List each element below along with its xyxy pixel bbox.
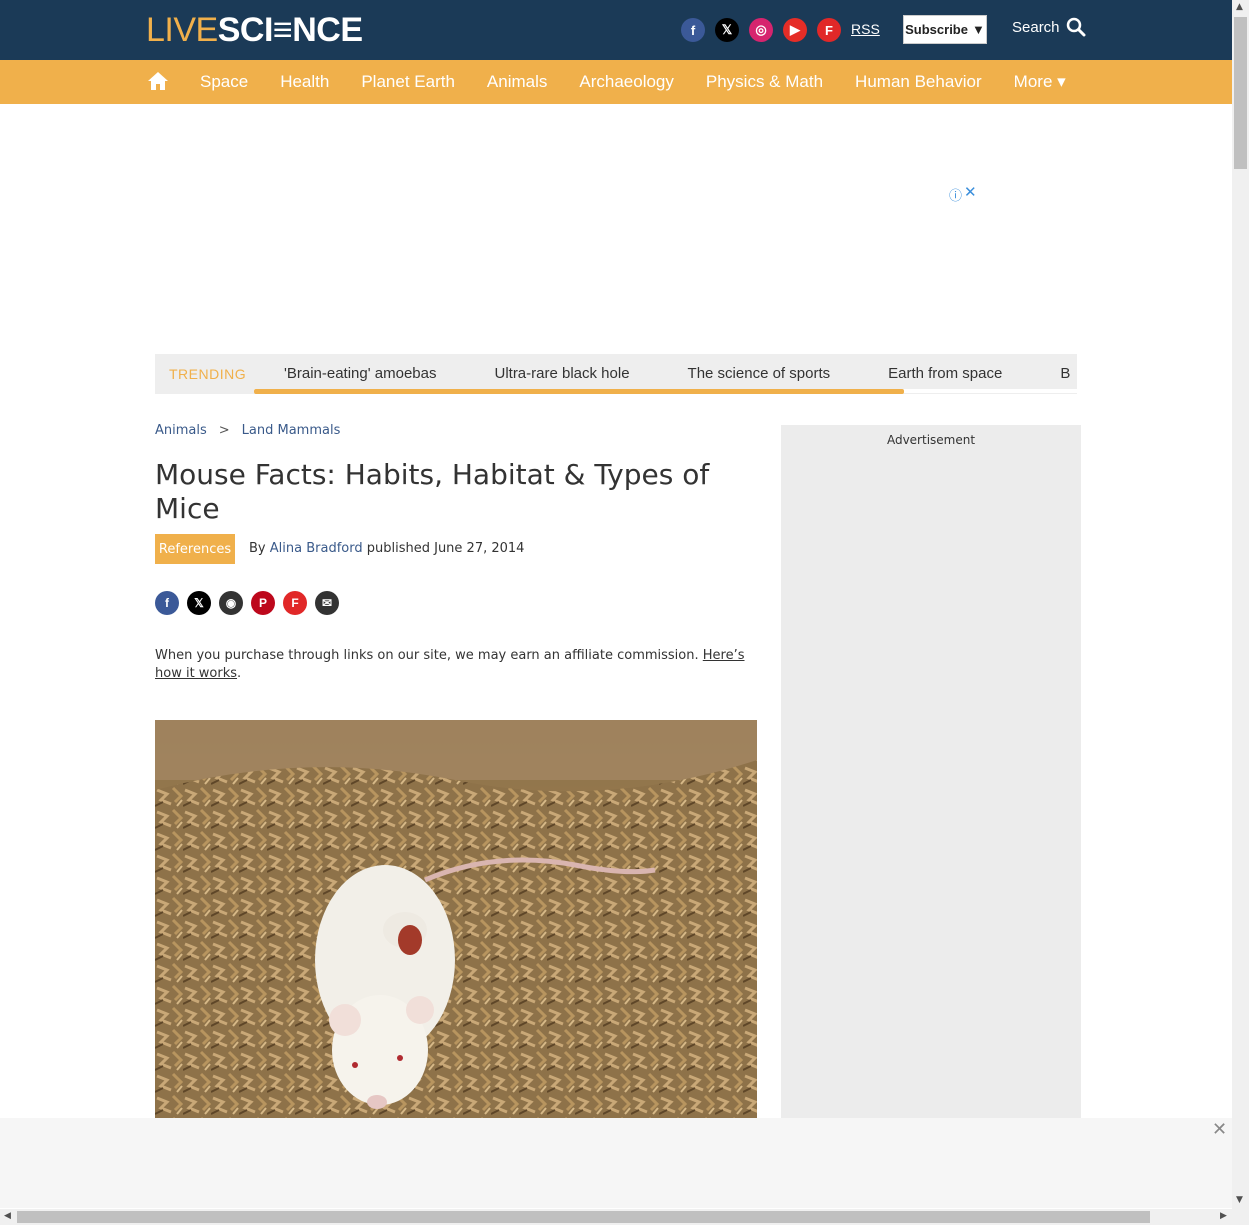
scroll-left-icon[interactable]: ◀ — [4, 1211, 11, 1221]
trending-item[interactable]: The science of sports — [688, 365, 831, 382]
search-label: Search — [1012, 18, 1060, 36]
search-icon — [1066, 17, 1086, 37]
share-buttons: f 𝕏 ◉ P F ✉ — [155, 591, 339, 615]
ad-close-icon[interactable]: ✕ — [964, 183, 977, 201]
byline: By Alina Bradford published June 27, 201… — [249, 541, 524, 556]
livescience-logo[interactable]: LIVESCI≡NCE — [146, 13, 363, 47]
scroll-down-icon[interactable]: ▼ — [1236, 1195, 1243, 1205]
rss-link[interactable]: RSS — [851, 21, 880, 37]
nav-item-6[interactable]: Human Behavior — [855, 72, 982, 92]
article-title: Mouse Facts: Habits, Habitat & Types of … — [155, 458, 710, 525]
share-pinterest-icon[interactable]: P — [251, 591, 275, 615]
nav-item-4[interactable]: Archaeology — [579, 72, 674, 92]
youtube-icon[interactable]: ▶ — [783, 18, 807, 42]
flipboard-icon[interactable]: F — [817, 18, 841, 42]
vertical-scrollbar-thumb[interactable] — [1234, 17, 1247, 169]
hero-image-mouse — [155, 720, 757, 1118]
nav-items: Space Health Planet Earth Animals Archaeolog… — [200, 60, 1098, 104]
affiliate-end: . — [237, 666, 242, 681]
scroll-up-icon[interactable]: ▲ — [1236, 2, 1243, 12]
ad-info-icon[interactable]: ⓘ — [949, 185, 962, 204]
nav-item-1[interactable]: Health — [280, 72, 329, 92]
share-x-icon[interactable]: 𝕏 — [187, 591, 211, 615]
affiliate-text: When you purchase through links on our s… — [155, 648, 703, 663]
nav-item-7[interactable]: More ▾ — [1014, 72, 1066, 92]
nav-item-5[interactable]: Physics & Math — [706, 72, 823, 92]
trending-label: TRENDING — [169, 366, 247, 382]
bottom-sticky-ad — [0, 1118, 1232, 1208]
nav-item-2[interactable]: Planet Earth — [361, 72, 455, 92]
affiliate-disclaimer: When you purchase through links on our s… — [155, 647, 755, 683]
main-nav: Space Health Planet Earth Animals Archaeolog… — [0, 60, 1232, 104]
subscribe-button[interactable]: Subscribe ▼ — [903, 15, 987, 44]
trending-scroll-indicator[interactable] — [254, 389, 905, 394]
share-email-icon[interactable]: ✉ — [315, 591, 339, 615]
social-links: f 𝕏 ◎ ▶ F — [681, 18, 841, 42]
horizontal-scrollbar-thumb[interactable] — [17, 1211, 1150, 1223]
byline-by: By — [249, 541, 266, 556]
breadcrumb-land-mammals[interactable]: Land Mammals — [242, 423, 341, 438]
trending-item[interactable]: Ultra-rare black hole — [494, 365, 629, 382]
share-reddit-icon[interactable]: ◉ — [219, 591, 243, 615]
trending-list: 'Brain-eating' amoebas Ultra-rare black h… — [284, 365, 1077, 382]
trending-item[interactable]: 'Brain-eating' amoebas — [284, 365, 436, 382]
author-link[interactable]: Alina Bradford — [270, 541, 363, 556]
instagram-icon[interactable]: ◎ — [749, 18, 773, 42]
search-button[interactable]: Search — [1012, 17, 1086, 37]
advertisement-label: Advertisement — [886, 433, 976, 447]
sidebar-ad: Advertisement — [781, 425, 1081, 1118]
breadcrumb: Animals > Land Mammals — [155, 423, 340, 438]
home-icon[interactable] — [147, 71, 169, 91]
nav-item-0[interactable]: Space — [200, 72, 248, 92]
logo-science-text: SCI≡NCE — [217, 11, 363, 49]
scroll-right-icon[interactable]: ▶ — [1220, 1211, 1227, 1221]
bottom-ad-close-icon[interactable]: ✕ — [1212, 1119, 1227, 1140]
references-button[interactable]: References — [155, 534, 235, 564]
trending-item[interactable]: B — [1060, 365, 1070, 382]
subscribe-label: Subscribe — [905, 22, 968, 37]
breadcrumb-animals[interactable]: Animals — [155, 423, 207, 438]
nav-item-3[interactable]: Animals — [487, 72, 547, 92]
top-header: LIVESCI≡NCE f 𝕏 ◎ ▶ F RSS Subscribe ▼ Search — [0, 0, 1232, 60]
vertical-scrollbar[interactable] — [1232, 0, 1249, 1209]
x-icon[interactable]: 𝕏 — [715, 18, 739, 42]
trending-item[interactable]: Earth from space — [888, 365, 1002, 382]
publish-date: published June 27, 2014 — [366, 541, 525, 556]
facebook-icon[interactable]: f — [681, 18, 705, 42]
share-flipboard-icon[interactable]: F — [283, 591, 307, 615]
trending-bar: TRENDING 'Brain-eating' amoebas Ultra-rar… — [155, 354, 1077, 394]
share-facebook-icon[interactable]: f — [155, 591, 179, 615]
logo-live-text: LIVE — [146, 11, 218, 49]
breadcrumb-separator: > — [218, 423, 230, 438]
caret-down-icon: ▼ — [971, 22, 985, 37]
